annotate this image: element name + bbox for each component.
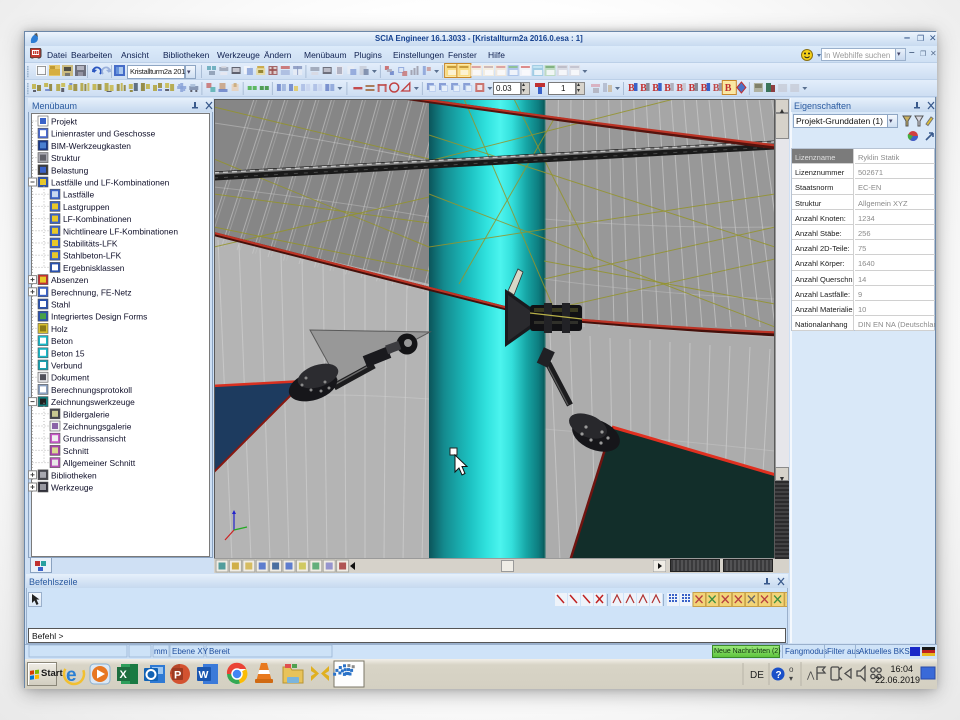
svg-text:Projekt: Projekt bbox=[51, 117, 78, 127]
svg-text:Grundrissansicht: Grundrissansicht bbox=[63, 434, 127, 444]
svg-text:Nichtlineare LF-Kombinationen: Nichtlineare LF-Kombinationen bbox=[63, 226, 178, 236]
svg-text:Lastfälle und LF-Kombinationen: Lastfälle und LF-Kombinationen bbox=[51, 178, 170, 188]
svg-text:W: W bbox=[199, 669, 209, 681]
svg-text:Beton: Beton bbox=[51, 336, 73, 346]
svg-text:Absenzen: Absenzen bbox=[51, 275, 89, 285]
svg-text:Stabilitäts-LFK: Stabilitäts-LFK bbox=[63, 239, 118, 249]
svg-text:⋀: ⋀ bbox=[806, 670, 815, 680]
svg-text:Stahl: Stahl bbox=[51, 300, 70, 310]
svg-text:e: e bbox=[66, 665, 77, 686]
svg-text:Schnitt: Schnitt bbox=[63, 446, 89, 456]
svg-text:Bildergalerie: Bildergalerie bbox=[63, 409, 110, 419]
svg-text:Zeichnungsgalerie: Zeichnungsgalerie bbox=[63, 422, 132, 432]
svg-text:B: B bbox=[652, 83, 659, 94]
svg-text:Integriertes Design Forms: Integriertes Design Forms bbox=[51, 312, 147, 322]
svg-text:▾: ▾ bbox=[789, 674, 793, 683]
svg-text:Verbund: Verbund bbox=[51, 361, 83, 371]
svg-text:B: B bbox=[664, 83, 671, 94]
svg-text:Holz: Holz bbox=[51, 324, 68, 334]
svg-text:B: B bbox=[689, 83, 696, 94]
svg-text:P: P bbox=[174, 670, 181, 682]
svg-text:?: ? bbox=[776, 670, 782, 681]
svg-text:B: B bbox=[713, 83, 720, 94]
svg-text:Werkzeuge: Werkzeuge bbox=[51, 483, 94, 493]
svg-text:B: B bbox=[628, 83, 635, 94]
svg-text:Stahlbeton-LFK: Stahlbeton-LFK bbox=[63, 251, 122, 261]
svg-text:Berechnungsprotokoll: Berechnungsprotokoll bbox=[51, 385, 132, 395]
svg-text:Berechnung, FE-Netz: Berechnung, FE-Netz bbox=[51, 287, 132, 297]
svg-text:Linienraster und Geschosse: Linienraster und Geschosse bbox=[51, 129, 156, 139]
svg-text:Struktur: Struktur bbox=[51, 153, 81, 163]
svg-text:Lastgruppen: Lastgruppen bbox=[63, 202, 110, 212]
svg-text:X: X bbox=[120, 669, 128, 681]
svg-text:Dokument: Dokument bbox=[51, 373, 90, 383]
svg-text:Lastfälle: Lastfälle bbox=[63, 190, 95, 200]
svg-text:o: o bbox=[789, 665, 794, 674]
svg-text:Allgemeiner Schnitt: Allgemeiner Schnitt bbox=[63, 458, 136, 468]
svg-text:DE: DE bbox=[750, 670, 764, 681]
svg-text:B: B bbox=[640, 83, 647, 94]
svg-text:Beton 15: Beton 15 bbox=[51, 348, 85, 358]
svg-text:Bibliotheken: Bibliotheken bbox=[51, 470, 97, 480]
svg-text:Zeichnungswerkzeuge: Zeichnungswerkzeuge bbox=[51, 397, 135, 407]
svg-text:22.06.2019: 22.06.2019 bbox=[875, 675, 920, 685]
svg-text:Ergebnisklassen: Ergebnisklassen bbox=[63, 263, 125, 273]
svg-text:B: B bbox=[701, 83, 708, 94]
svg-text:B: B bbox=[676, 83, 683, 94]
svg-text:16:04: 16:04 bbox=[890, 664, 913, 674]
svg-text:B: B bbox=[725, 83, 732, 94]
svg-text:BIM-Werkzeugkasten: BIM-Werkzeugkasten bbox=[51, 141, 131, 151]
svg-text:LF-Kombinationen: LF-Kombinationen bbox=[63, 214, 132, 224]
svg-text:Belastung: Belastung bbox=[51, 165, 89, 175]
